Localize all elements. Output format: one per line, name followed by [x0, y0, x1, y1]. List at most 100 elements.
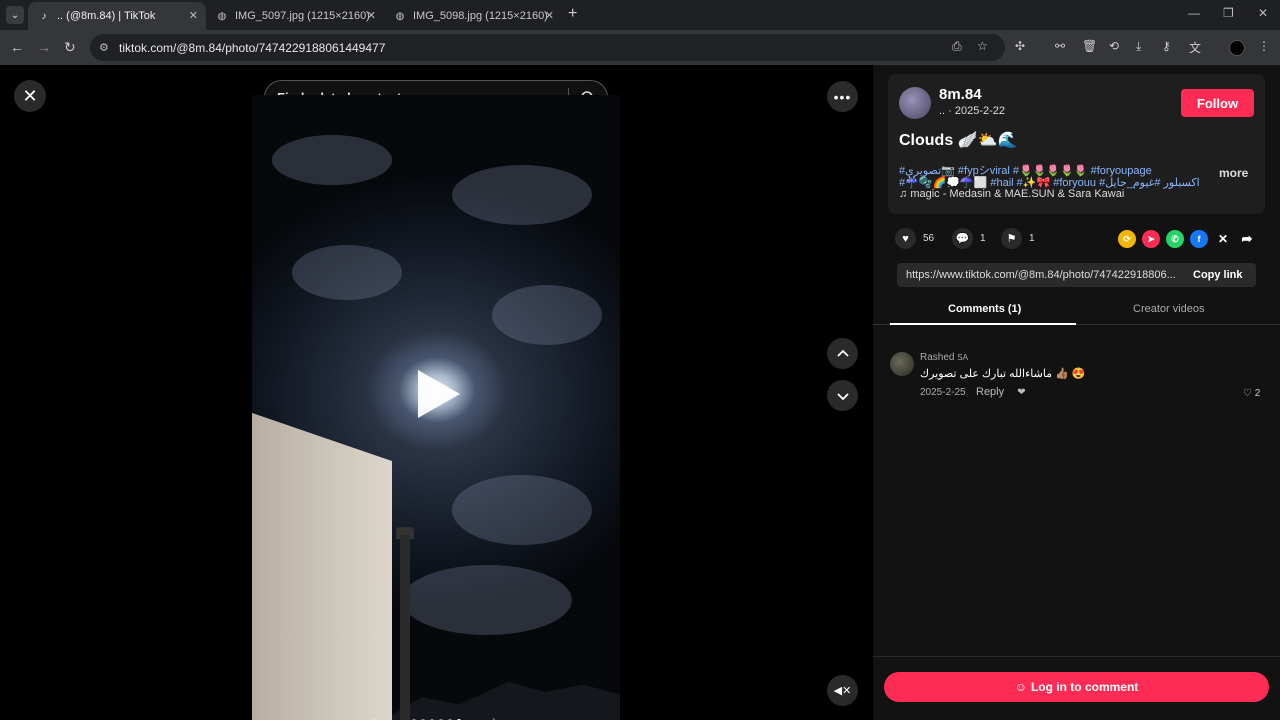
photo-viewer: ✕ Find related content ••• ‹ ›	[0, 65, 873, 720]
comment-bubble-icon[interactable]: 💬	[952, 228, 973, 249]
music-info[interactable]: ♫ magic - Medasin & MAE.SUN & Sara Kawai	[899, 188, 1124, 200]
browser-tab-bar: ⌄ ♪ .. (@8m.84) | TikTok ✕ ◍ IMG_5097.jp…	[0, 0, 1280, 30]
tab-comments[interactable]: Comments (1)	[948, 303, 1021, 315]
post-info-card: 8m.84 .. · 2025-2-22 Follow Clouds 🪽⛅🌊 #…	[888, 74, 1265, 214]
x-icon[interactable]: ✕	[1214, 230, 1232, 248]
tab-title: IMG_5098.jpg (1215×2160)	[413, 10, 548, 22]
comment-date: 2025-2-25	[920, 387, 966, 398]
play-icon[interactable]	[418, 370, 460, 418]
caption-more-link[interactable]: more	[1219, 166, 1248, 180]
like-count: 56	[923, 233, 935, 244]
music-note-icon: ♫	[899, 188, 908, 200]
tab-search-chevron-icon[interactable]: ⌄	[6, 6, 24, 24]
creator-liked-icon: ❤	[1017, 387, 1026, 398]
post-actions: ♥ 56 💬 1 ⚑ 1 ⟳ ➤ ✆ f ✕ ➦	[895, 228, 1265, 250]
globe-icon: ◍	[395, 10, 405, 22]
tab-title: IMG_5097.jpg (1215×2160)	[235, 10, 370, 22]
link-icon[interactable]: ⚯	[1055, 39, 1065, 53]
reload-icon[interactable]: ↻	[64, 39, 76, 56]
tab-close-icon[interactable]: ✕	[367, 9, 376, 22]
cloud-shape	[452, 475, 592, 545]
browser-tab-img5097[interactable]: ◍ IMG_5097.jpg (1215×2160) ✕	[206, 2, 384, 30]
post-details-panel: 8m.84 .. · 2025-2-22 Follow Clouds 🪽⛅🌊 #…	[873, 65, 1280, 720]
window-close-icon[interactable]: ✕	[1258, 6, 1268, 20]
post-title: Clouds 🪽⛅🌊	[899, 132, 1018, 149]
site-settings-icon[interactable]: ⚙	[99, 41, 115, 54]
minimize-icon[interactable]: —	[1188, 6, 1200, 20]
author-avatar[interactable]	[899, 87, 931, 119]
menu-kebab-icon[interactable]: ⋮	[1258, 39, 1270, 53]
music-title: magic - Medasin & MAE.SUN & Sara Kawai	[910, 188, 1125, 200]
share-arrow-icon[interactable]: ➦	[1238, 230, 1256, 248]
next-post-chevron-down-icon[interactable]	[827, 380, 858, 411]
cloud-shape	[402, 565, 572, 635]
post-link-text[interactable]: https://www.tiktok.com/@8m.84/photo/7474…	[906, 269, 1181, 281]
post-photo[interactable]: ‹ ›	[252, 95, 620, 720]
address-bar[interactable]: ⚙ tiktok.com/@8m.84/photo/74742291880614…	[90, 34, 1005, 61]
reply-label: Reply	[976, 386, 1005, 398]
tab-creator-videos[interactable]: Creator videos	[1133, 303, 1205, 315]
send-icon[interactable]: ➤	[1142, 230, 1160, 248]
follow-button[interactable]: Follow	[1181, 89, 1254, 117]
browser-tab-tiktok[interactable]: ♪ .. (@8m.84) | TikTok ✕	[28, 2, 206, 30]
post-meta: .. · 2025-2-22	[939, 105, 1006, 117]
prev-slide-chevron-icon[interactable]: ‹	[372, 713, 376, 720]
translate-icon[interactable]: 文	[1189, 39, 1201, 56]
comment-text: ماشاءالله تبارك على تصويرك 👍🏽 😍	[920, 368, 1086, 380]
history-icon[interactable]: ⟲	[1109, 39, 1119, 53]
profile-avatar[interactable]	[1229, 40, 1245, 56]
cloud-shape	[492, 285, 602, 345]
building-wall	[252, 413, 392, 720]
repost-icon[interactable]: ⟳	[1118, 230, 1136, 248]
extensions-icon[interactable]: ✣	[1015, 39, 1025, 53]
facebook-icon[interactable]: f	[1190, 230, 1208, 248]
whatsapp-icon[interactable]: ✆	[1166, 230, 1184, 248]
restore-icon[interactable]: ❐	[1223, 6, 1234, 20]
like-action[interactable]: ♥ 56	[895, 228, 934, 249]
commenter-region-badge: SA	[957, 353, 968, 362]
save-action[interactable]: ⚑ 1	[1001, 228, 1035, 249]
panel-tabs: Comments (1) Creator videos	[873, 295, 1280, 325]
mute-speaker-icon[interactable]: ◀✕	[827, 675, 858, 706]
comment-icon: ☺	[1014, 680, 1027, 694]
globe-icon: ◍	[217, 10, 227, 22]
active-tab-underline	[890, 323, 1076, 325]
post-link-box: https://www.tiktok.com/@8m.84/photo/7474…	[897, 263, 1256, 287]
address-url[interactable]: tiktok.com/@8m.84/photo/7474229188061449…	[119, 41, 385, 55]
tab-close-icon[interactable]: ✕	[189, 9, 198, 22]
back-arrow-icon[interactable]: ←	[10, 39, 24, 55]
bookmark-icon[interactable]: ⚑	[1001, 228, 1022, 249]
tab-close-icon[interactable]: ✕	[545, 9, 554, 22]
forward-arrow-icon[interactable]: →	[37, 39, 51, 55]
previous-post-chevron-up-icon[interactable]	[827, 338, 858, 369]
save-count: 1	[1029, 233, 1035, 244]
commenter-username: Rashed	[920, 352, 955, 363]
copy-link-button[interactable]: Copy link	[1193, 269, 1243, 281]
comment-item: Rashed SA ماشاءالله تبارك على تصويرك 👍🏽 …	[890, 350, 1270, 410]
radio-tower	[400, 535, 410, 720]
commenter-avatar[interactable]	[890, 352, 914, 376]
heart-icon[interactable]: ♥	[895, 228, 916, 249]
author-name[interactable]: 8m.84	[939, 86, 982, 103]
comment-like[interactable]: ♡ 2	[1243, 388, 1260, 399]
download-icon[interactable]: ⤓	[1136, 39, 1141, 54]
commenter-name[interactable]: Rashed SA	[920, 352, 968, 363]
login-label: Log in to comment	[1030, 680, 1139, 694]
cloud-shape	[272, 135, 392, 185]
browser-toolbar: ← → ↻ ⚙ tiktok.com/@8m.84/photo/74742291…	[0, 30, 1280, 65]
browser-tab-img5098[interactable]: ◍ IMG_5098.jpg (1215×2160) ✕	[384, 2, 562, 30]
close-viewer-icon[interactable]: ✕	[14, 80, 46, 112]
next-slide-chevron-icon[interactable]: ›	[492, 713, 496, 720]
cloud-shape	[292, 245, 402, 300]
comment-heart-icon[interactable]: ♡	[1243, 388, 1252, 399]
trash-icon[interactable]: 🗑	[1082, 39, 1097, 53]
comment-action[interactable]: 💬 1	[952, 228, 986, 249]
bookmark-star-icon[interactable]: ☆	[977, 39, 988, 53]
new-tab-plus-icon[interactable]: +	[568, 5, 577, 23]
install-app-icon[interactable]: ⎙	[952, 39, 962, 54]
more-options-icon[interactable]: •••	[827, 81, 858, 112]
login-to-comment-button[interactable]: ☺ Log in to comment	[884, 672, 1269, 702]
reply-button[interactable]: Reply ❤	[976, 386, 1026, 398]
comment-like-count: 2	[1254, 388, 1261, 399]
password-key-icon[interactable]: ⚷	[1162, 39, 1171, 53]
